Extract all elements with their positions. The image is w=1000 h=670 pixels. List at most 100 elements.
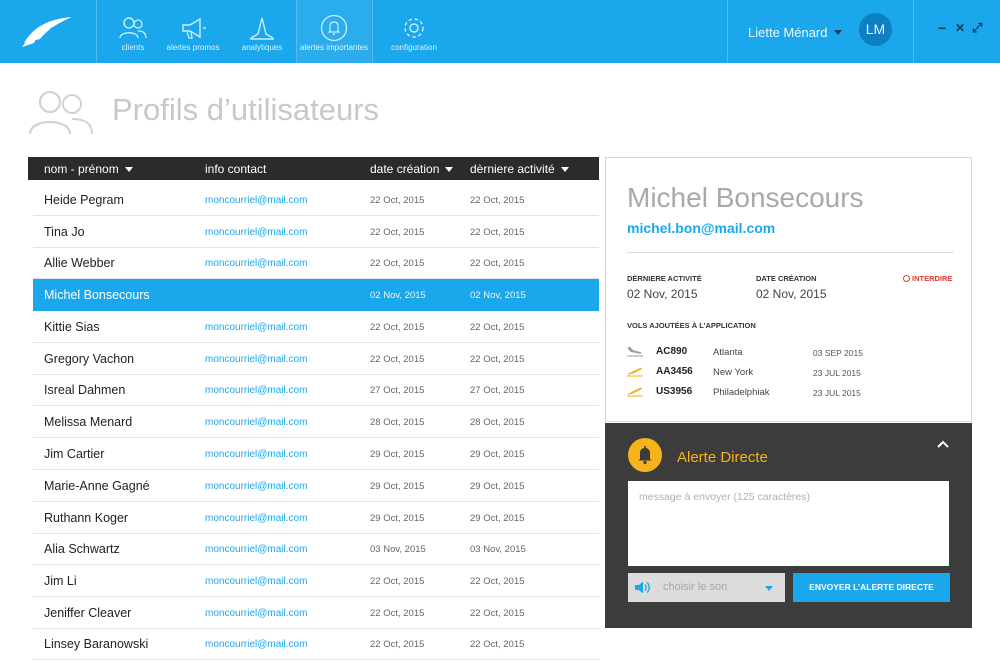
row-name: Kittie Sias [44, 320, 100, 334]
created-value: 02 Nov, 2015 [756, 287, 827, 301]
table-row[interactable]: Ruthann Koger moncourriel@mail.com 29 Oc… [33, 502, 599, 534]
plane-landing-icon [627, 347, 643, 357]
table-row[interactable]: Marie-Anne Gagné moncourriel@mail.com 29… [33, 470, 599, 502]
user-detail-card: Michel Bonsecours michel.bon@mail.com DÈ… [605, 157, 972, 422]
detail-user-email-link[interactable]: michel.bon@mail.com [627, 220, 775, 236]
column-header-label: date création [370, 162, 440, 176]
maximize-button[interactable]: ⤢ [972, 20, 982, 36]
row-name: Allie Webber [44, 256, 115, 270]
row-email-link[interactable]: moncourriel@mail.com [205, 449, 307, 460]
row-email-link[interactable]: moncourriel@mail.com [205, 322, 307, 333]
table-row[interactable]: Jim Cartier moncourriel@mail.com 29 Oct,… [33, 438, 599, 470]
plane-takeoff-icon [627, 387, 643, 397]
row-created: 22 Oct, 2015 [370, 639, 425, 650]
bell-icon [320, 14, 348, 42]
row-email-link[interactable]: moncourriel@mail.com [205, 639, 307, 650]
row-created: 29 Oct, 2015 [370, 513, 425, 524]
table-row[interactable]: Linsey Baranowski moncourriel@mail.com 2… [33, 628, 599, 660]
flights-section-title: VOLS AJOUTÉES À L’APPLICATION [627, 321, 756, 330]
flight-date: 03 SEP 2015 [813, 348, 863, 358]
table-row[interactable]: Isreal Dahmen moncourriel@mail.com 27 Oc… [33, 374, 599, 406]
table-row[interactable]: Heide Pegram moncourriel@mail.com 22 Oct… [33, 184, 599, 216]
flight-row[interactable]: AA3456 New York 23 JUL 2015 [627, 364, 957, 384]
user-name[interactable]: Liette Ménard [748, 25, 828, 40]
table-row[interactable]: Jeniffer Cleaver moncourriel@mail.com 22… [33, 597, 599, 629]
nav-item-important-alerts[interactable]: alertes importantes [297, 0, 371, 63]
ban-label: INTERDIRE [912, 274, 953, 283]
row-last-activity: 22 Oct, 2015 [470, 258, 525, 269]
nav-divider [96, 0, 97, 63]
avatar[interactable]: LM [859, 13, 892, 46]
row-name: Jim Li [44, 574, 77, 588]
column-header-label: nom - prénom [44, 162, 119, 176]
speaker-icon [635, 581, 650, 594]
table-row[interactable]: Melissa Menard moncourriel@mail.com 28 O… [33, 406, 599, 438]
row-email-link[interactable]: moncourriel@mail.com [205, 385, 307, 396]
sound-select[interactable]: choisir le son [628, 573, 785, 602]
row-email-link[interactable]: moncourriel@mail.com [205, 576, 307, 587]
sound-select-label: choisir le son [663, 581, 728, 593]
row-email-link[interactable]: moncourriel@mail.com [205, 195, 307, 206]
flight-city: Philadelphiak [713, 387, 770, 398]
table-row[interactable]: Jim Li moncourriel@mail.com 22 Oct, 2015… [33, 565, 599, 597]
row-created: 29 Oct, 2015 [370, 481, 425, 492]
analytics-icon [250, 17, 274, 40]
row-email-link[interactable]: moncourriel@mail.com [205, 417, 307, 428]
flight-code: AA3456 [656, 366, 693, 377]
flight-row[interactable]: US3956 Philadelphiak 23 JUL 2015 [627, 384, 957, 404]
table-row[interactable]: Allie Webber moncourriel@mail.com 22 Oct… [33, 247, 599, 279]
row-created: 22 Oct, 2015 [370, 258, 425, 269]
minimize-button[interactable]: − [938, 20, 946, 36]
row-last-activity: 22 Oct, 2015 [470, 227, 525, 238]
table-row[interactable]: Gregory Vachon moncourriel@mail.com 22 O… [33, 343, 599, 375]
flight-date: 23 JUL 2015 [813, 368, 861, 378]
table-row[interactable]: Kittie Sias moncourriel@mail.com 22 Oct,… [33, 311, 599, 343]
ban-user-button[interactable]: INTERDIRE [903, 274, 952, 283]
nav-item-analytics[interactable]: analytiques [238, 0, 286, 63]
row-email-link[interactable]: moncourriel@mail.com [205, 258, 307, 269]
nav-divider [913, 0, 914, 63]
row-email-link[interactable]: moncourriel@mail.com [205, 354, 307, 365]
nav-label: clients [121, 43, 145, 52]
table-row[interactable]: Alia Schwartz moncourriel@mail.com 03 No… [33, 533, 599, 565]
close-button[interactable]: ✕ [955, 21, 965, 35]
nav-item-clients[interactable]: clients [110, 0, 156, 63]
flight-row[interactable]: AC890 Atlanta 03 SEP 2015 [627, 344, 957, 364]
user-menu-chevron-down-icon[interactable] [834, 30, 842, 35]
row-email-link[interactable]: moncourriel@mail.com [205, 544, 307, 555]
nav-item-configuration[interactable]: configuration [388, 0, 440, 63]
row-last-activity: 22 Oct, 2015 [470, 195, 525, 206]
row-created: 22 Oct, 2015 [370, 227, 425, 238]
sort-by-last-activity-button[interactable]: dèrniere activité [470, 162, 569, 176]
sort-by-name-button[interactable]: nom - prénom [44, 162, 133, 176]
megaphone-icon [182, 17, 206, 39]
chevron-up-icon[interactable] [936, 439, 950, 449]
nav-label: configuration [391, 43, 437, 52]
table-row[interactable]: Tina Jo moncourriel@mail.com 22 Oct, 201… [33, 216, 599, 248]
nav-label: alertes promos [166, 43, 220, 52]
row-last-activity: 22 Oct, 2015 [470, 354, 525, 365]
row-email-link[interactable]: moncourriel@mail.com [205, 227, 307, 238]
sort-by-created-button[interactable]: date création [370, 162, 454, 176]
alert-message-input[interactable] [628, 481, 949, 566]
chevron-down-icon [124, 167, 133, 173]
row-email-link[interactable]: moncourriel@mail.com [205, 481, 307, 492]
row-created: 29 Oct, 2015 [370, 449, 425, 460]
row-name: Ruthann Koger [44, 511, 129, 525]
row-last-activity: 22 Oct, 2015 [470, 639, 525, 650]
row-created: 22 Oct, 2015 [370, 576, 425, 587]
row-last-activity: 28 Oct, 2015 [470, 417, 525, 428]
flight-code: US3956 [656, 386, 693, 397]
nav-item-promo-alerts[interactable]: alertes promos [163, 0, 223, 63]
send-direct-alert-button[interactable]: ENVOYER L’ALERTE DIRECTE [793, 573, 950, 602]
table-row-selected[interactable]: Michel Bonsecours 02 Nov, 2015 02 Nov, 2… [33, 279, 599, 311]
row-email-link[interactable]: moncourriel@mail.com [205, 513, 307, 524]
app-logo-icon[interactable] [18, 13, 78, 51]
row-name: Heide Pegram [44, 193, 124, 207]
row-name: Linsey Baranowski [44, 637, 149, 651]
row-last-activity: 22 Oct, 2015 [470, 608, 525, 619]
row-name: Gregory Vachon [44, 352, 135, 366]
row-last-activity: 22 Oct, 2015 [470, 576, 525, 587]
alert-bell-badge [628, 438, 662, 472]
row-email-link[interactable]: moncourriel@mail.com [205, 608, 307, 619]
